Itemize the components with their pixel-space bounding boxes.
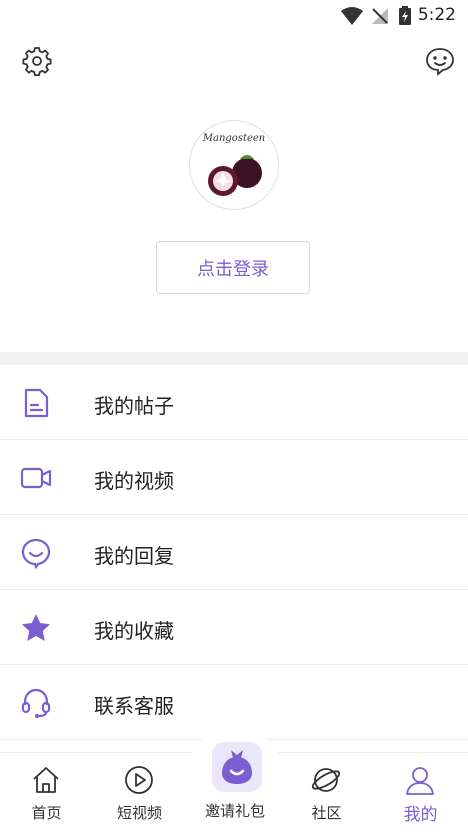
gift-bag-icon — [222, 750, 252, 784]
mangosteen-logo: Mangosteen — [202, 133, 266, 196]
section-divider — [0, 352, 468, 365]
play-circle-icon — [125, 766, 153, 794]
gear-icon[interactable] — [22, 46, 52, 76]
tab-invite-gift-label[interactable]: 邀请礼包 — [188, 800, 282, 821]
home-icon — [33, 767, 59, 793]
battery-charging-icon — [399, 6, 411, 25]
tab-mine[interactable]: 我的 — [374, 753, 467, 833]
video-camera-icon — [20, 467, 52, 489]
menu-item-my-posts[interactable]: 我的帖子 — [0, 365, 468, 440]
menu-item-my-favorites[interactable]: 我的收藏 — [0, 590, 468, 665]
avatar[interactable]: Mangosteen — [189, 120, 279, 210]
status-bar: 5:22 — [0, 0, 468, 32]
menu-item-label: 我的视频 — [94, 469, 174, 493]
smile-chat-icon — [21, 538, 51, 569]
invite-gift-button[interactable] — [212, 742, 262, 792]
planet-icon — [311, 768, 341, 792]
tab-label: 短视频 — [116, 804, 162, 822]
menu-item-label: 我的收藏 — [94, 619, 174, 643]
svg-text:Mangosteen: Mangosteen — [202, 133, 266, 144]
tab-home[interactable]: 首页 — [0, 753, 93, 833]
tab-community[interactable]: 社区 — [280, 753, 373, 833]
tab-short-video[interactable]: 短视频 — [93, 753, 186, 833]
menu-item-label: 联系客服 — [94, 694, 174, 718]
headset-icon — [21, 688, 51, 718]
tab-label: 社区 — [311, 804, 342, 822]
menu-item-my-videos[interactable]: 我的视频 — [0, 440, 468, 515]
menu-item-my-replies[interactable]: 我的回复 — [0, 515, 468, 590]
star-icon — [22, 614, 50, 641]
status-time: 5:22 — [417, 5, 456, 25]
menu-item-label: 我的帖子 — [94, 394, 174, 418]
menu-item-label: 我的回复 — [94, 544, 174, 568]
document-icon — [24, 388, 49, 418]
chat-smile-icon[interactable] — [425, 46, 455, 76]
menu-list: 我的帖子 我的视频 我的回复 我的收藏 联系客服 — [0, 365, 468, 740]
wifi-icon — [341, 7, 363, 25]
tab-label: 我的 — [403, 805, 438, 825]
login-button[interactable]: 点击登录 — [156, 241, 310, 294]
menu-item-customer-service[interactable]: 联系客服 — [0, 665, 468, 740]
no-signal-icon — [372, 8, 388, 24]
tab-label: 首页 — [31, 804, 62, 822]
user-icon — [406, 767, 434, 795]
